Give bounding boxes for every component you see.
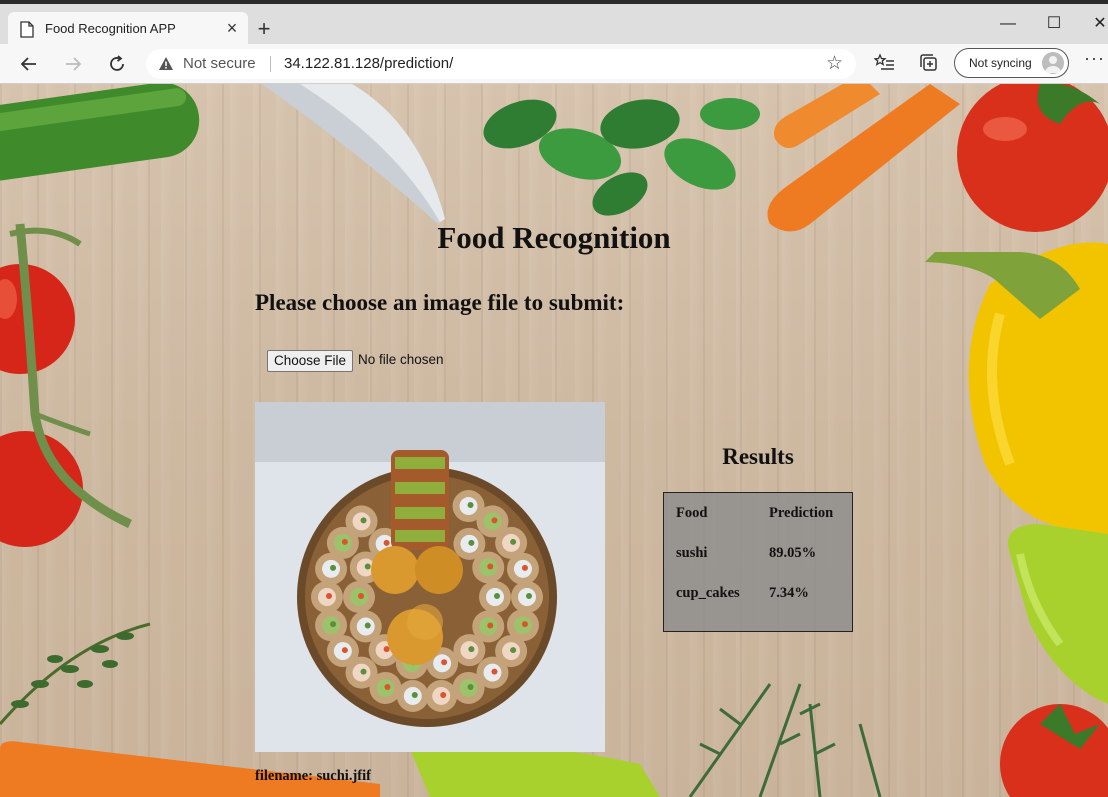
sushi-roll-center	[341, 538, 348, 545]
page-icon	[20, 21, 34, 38]
thyme-decoration	[0, 622, 151, 725]
rosemary-decoration	[688, 683, 882, 797]
sushi-roll-center	[494, 593, 500, 599]
omnibox-divider	[270, 56, 271, 72]
browser-tab[interactable]: Food Recognition APP ×	[8, 12, 248, 48]
back-arrow-icon	[20, 57, 36, 71]
parsley-decoration	[483, 98, 760, 216]
tab-strip: Food Recognition APP × + — ☐ ✕	[0, 0, 1108, 48]
uploaded-food-image	[255, 402, 605, 752]
page-content: Food Recognition Please choose an image …	[0, 84, 1108, 797]
sushi-roll-center	[411, 691, 418, 698]
reload-icon	[110, 55, 124, 71]
sushi-roll-center	[526, 593, 532, 599]
sushi-roll-center	[383, 646, 390, 653]
sushi-roll-center	[521, 621, 528, 628]
cucumber-decoration	[0, 84, 200, 181]
tomato-decoration	[957, 84, 1108, 232]
sushi-roll-center	[487, 563, 494, 570]
page-title: Food Recognition	[437, 220, 671, 255]
sushi-roll-center	[358, 593, 364, 599]
prediction-column-header: Prediction	[769, 505, 834, 521]
sync-label: Not syncing	[969, 56, 1032, 70]
cherry-tomato-vine-decoration	[0, 223, 132, 547]
back-button[interactable]	[14, 50, 44, 78]
sushi-roll-center	[330, 621, 337, 628]
collections-icon[interactable]	[918, 52, 940, 74]
sushi-roll-center	[440, 691, 447, 698]
upload-prompt: Please choose an image file to submit:	[255, 290, 625, 315]
result-food-cell: sushi	[676, 545, 708, 561]
result-prediction-cell: 89.05%	[769, 545, 817, 561]
sushi-roll-center	[364, 563, 371, 570]
sushi-roll-center	[468, 646, 475, 653]
result-prediction-cell: 7.34%	[769, 585, 809, 601]
sushi-roll-center	[360, 668, 367, 675]
sushi-roll-center	[510, 647, 517, 654]
url-text[interactable]: 34.122.81.128/prediction/	[284, 55, 453, 72]
sushi-platter-image	[255, 402, 605, 752]
sushi-roll-center	[487, 622, 494, 629]
address-bar: Not secure 34.122.81.128/prediction/ ☆ N…	[0, 44, 1108, 84]
more-menu-icon[interactable]: ···	[1084, 48, 1105, 69]
sushi-roll-center	[468, 539, 475, 546]
close-window-button[interactable]: ✕	[1077, 10, 1108, 38]
file-status-text: No file chosen	[358, 352, 444, 367]
tab-title: Food Recognition APP	[45, 21, 176, 36]
sushi-roll-center	[521, 564, 528, 571]
profile-avatar-icon	[1042, 52, 1064, 74]
sushi-roll-center	[326, 593, 332, 599]
sushi-roll-center	[364, 622, 371, 629]
sushi-roll-center	[467, 502, 474, 509]
sushi-roll-center	[491, 668, 498, 675]
filename-label: filename: suchi.jfif	[255, 768, 371, 784]
forward-arrow-icon	[66, 57, 82, 71]
sushi-roll-center	[467, 683, 474, 690]
warning-icon	[159, 57, 173, 70]
maximize-button[interactable]: ☐	[1031, 10, 1077, 38]
result-food-cell: cup_cakes	[676, 585, 740, 601]
results-heading: Results	[722, 444, 794, 469]
url-omnibox[interactable]: Not secure 34.122.81.128/prediction/ ☆	[146, 49, 856, 79]
security-label[interactable]: Not secure	[183, 55, 256, 72]
sushi-roll-center	[383, 539, 390, 546]
food-column-header: Food	[676, 505, 708, 521]
sushi-roll-center	[384, 683, 391, 690]
green-pepper-decoration	[1008, 524, 1108, 704]
knife-decoration	[262, 84, 445, 224]
bottom-tomato-decoration	[1000, 704, 1108, 797]
favorite-star-icon[interactable]: ☆	[826, 52, 843, 75]
new-tab-button[interactable]: +	[252, 18, 276, 42]
sushi-roll-center	[510, 538, 517, 545]
sushi-roll-center	[441, 659, 448, 666]
results-table: Food Prediction sushi 89.05% cup_cakes 7…	[663, 492, 853, 632]
reload-button[interactable]	[102, 50, 132, 78]
choose-file-button[interactable]: Choose File	[267, 350, 354, 372]
minimize-button[interactable]: —	[985, 10, 1031, 38]
favorites-list-icon[interactable]	[874, 52, 896, 74]
carrot-decoration	[767, 84, 960, 232]
yellow-pepper-decoration	[925, 242, 1108, 535]
forward-button[interactable]	[58, 50, 88, 78]
tab-close-icon[interactable]: ×	[221, 17, 243, 39]
sync-status-button[interactable]: Not syncing	[954, 48, 1069, 78]
sushi-roll-center	[341, 647, 348, 654]
sushi-roll-center	[360, 517, 367, 524]
sushi-roll-center	[491, 517, 498, 524]
sushi-roll-center	[330, 564, 337, 571]
